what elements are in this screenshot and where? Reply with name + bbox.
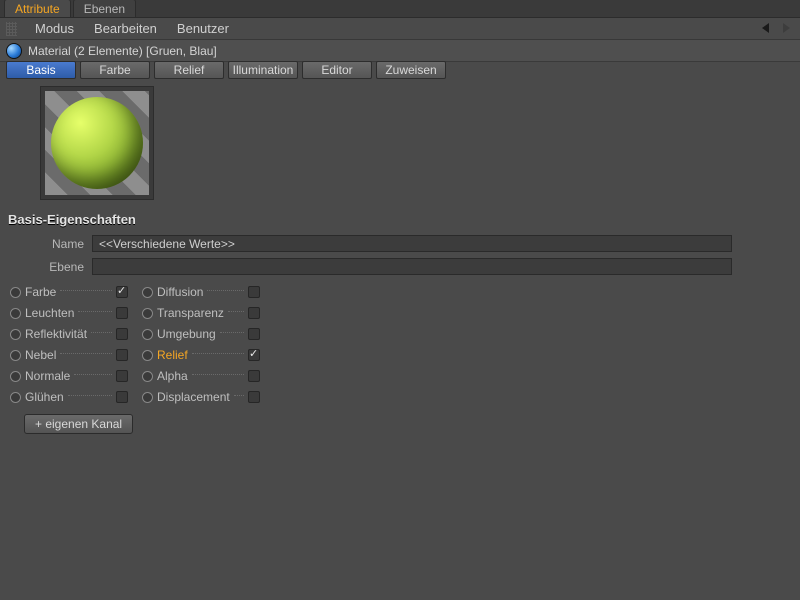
channel-label[interactable]: Diffusion: [157, 285, 203, 299]
channel-label[interactable]: Transparenz: [157, 306, 224, 320]
channel-checkbox[interactable]: [116, 391, 128, 403]
channel-label[interactable]: Reflektivität: [25, 327, 87, 341]
material-preview: [45, 91, 149, 195]
chan-tab-editor[interactable]: Editor: [302, 61, 372, 79]
dotted-leader: [192, 353, 244, 354]
channel-checkbox[interactable]: [116, 370, 128, 382]
channel-row-alpha: Alpha: [142, 367, 260, 385]
panel-tabs: Attribute Ebenen: [0, 0, 800, 18]
dotted-leader: [91, 332, 112, 333]
channel-row-farbe: Farbe: [10, 283, 128, 301]
material-preview-sphere: [51, 97, 143, 189]
panel-body: Basis-Eigenschaften Name Ebene Farbe Leuc…: [0, 80, 800, 446]
channel-radio-icon[interactable]: [142, 287, 153, 298]
material-sphere-icon: [6, 43, 22, 59]
channel-radio-icon[interactable]: [142, 350, 153, 361]
channel-checkbox[interactable]: [116, 286, 128, 298]
material-preview-frame[interactable]: [40, 86, 154, 200]
channel-label[interactable]: Relief: [157, 348, 188, 362]
ebene-label: Ebene: [8, 260, 92, 274]
chan-tab-illumination[interactable]: Illumination: [228, 61, 298, 79]
channel-row-leuchten: Leuchten: [10, 304, 128, 322]
channel-checkbox[interactable]: [116, 328, 128, 340]
channel-radio-icon[interactable]: [10, 287, 21, 298]
chan-tab-relief[interactable]: Relief: [154, 61, 224, 79]
dotted-leader: [220, 332, 244, 333]
channel-radio-icon[interactable]: [142, 329, 153, 340]
channel-radio-icon[interactable]: [10, 392, 21, 403]
nav-back-icon[interactable]: [758, 20, 774, 36]
dotted-leader: [74, 374, 112, 375]
material-header: Material (2 Elemente) [Gruen, Blau]: [0, 40, 800, 62]
channel-row-nebel: Nebel: [10, 346, 128, 364]
menu-bar: Modus Bearbeiten Benutzer: [0, 18, 800, 40]
drag-grip-icon[interactable]: [6, 22, 17, 36]
channel-row-displacement: Displacement: [142, 388, 260, 406]
chan-tab-farbe[interactable]: Farbe: [80, 61, 150, 79]
channel-checkbox[interactable]: [116, 307, 128, 319]
channel-checkbox[interactable]: [248, 370, 260, 382]
dotted-leader: [234, 395, 244, 396]
channel-checkbox[interactable]: [248, 328, 260, 340]
channel-row-reflektivität: Reflektivität: [10, 325, 128, 343]
channel-label[interactable]: Alpha: [157, 369, 188, 383]
tab-ebenen[interactable]: Ebenen: [73, 0, 136, 17]
channel-radio-icon[interactable]: [142, 371, 153, 382]
channel-checkbox[interactable]: [248, 349, 260, 361]
channel-row-relief: Relief: [142, 346, 260, 364]
dotted-leader: [207, 290, 244, 291]
channel-radio-icon[interactable]: [10, 308, 21, 319]
channel-label[interactable]: Farbe: [25, 285, 56, 299]
channel-label[interactable]: Umgebung: [157, 327, 216, 341]
channel-tabs: Basis Farbe Relief Illumination Editor Z…: [0, 62, 800, 80]
dotted-leader: [192, 374, 244, 375]
ebene-input[interactable]: [92, 258, 732, 275]
channel-checkbox[interactable]: [248, 307, 260, 319]
channel-checkbox[interactable]: [116, 349, 128, 361]
dotted-leader: [60, 353, 112, 354]
channel-radio-icon[interactable]: [142, 392, 153, 403]
channel-label[interactable]: Normale: [25, 369, 70, 383]
channel-row-transparenz: Transparenz: [142, 304, 260, 322]
name-label: Name: [8, 237, 92, 251]
channel-row-glühen: Glühen: [10, 388, 128, 406]
add-own-channel-button[interactable]: + eigenen Kanal: [24, 414, 133, 434]
material-title: Material (2 Elemente) [Gruen, Blau]: [28, 44, 217, 58]
channel-label[interactable]: Glühen: [25, 390, 64, 404]
menu-bearbeiten[interactable]: Bearbeiten: [84, 18, 167, 39]
channel-row-diffusion: Diffusion: [142, 283, 260, 301]
menu-modus[interactable]: Modus: [25, 18, 84, 39]
nav-forward-icon[interactable]: [778, 20, 794, 36]
channel-radio-icon[interactable]: [10, 350, 21, 361]
dotted-leader: [68, 395, 112, 396]
dotted-leader: [78, 311, 112, 312]
dotted-leader: [228, 311, 244, 312]
channel-label[interactable]: Leuchten: [25, 306, 74, 320]
channel-radio-icon[interactable]: [10, 371, 21, 382]
channel-checkbox[interactable]: [248, 391, 260, 403]
chan-tab-zuweisen[interactable]: Zuweisen: [376, 61, 446, 79]
chan-tab-basis[interactable]: Basis: [6, 61, 76, 79]
channel-radio-icon[interactable]: [142, 308, 153, 319]
dotted-leader: [60, 290, 112, 291]
channel-label[interactable]: Nebel: [25, 348, 56, 362]
channel-row-normale: Normale: [10, 367, 128, 385]
channel-radio-icon[interactable]: [10, 329, 21, 340]
section-heading: Basis-Eigenschaften: [8, 212, 792, 227]
channel-row-umgebung: Umgebung: [142, 325, 260, 343]
channel-toggle-grid: Farbe Leuchten Reflektivität Nebel Normale Gl…: [10, 283, 792, 406]
name-input[interactable]: [92, 235, 732, 252]
menu-benutzer[interactable]: Benutzer: [167, 18, 239, 39]
tab-attribute[interactable]: Attribute: [4, 0, 71, 17]
channel-label[interactable]: Displacement: [157, 390, 230, 404]
channel-checkbox[interactable]: [248, 286, 260, 298]
